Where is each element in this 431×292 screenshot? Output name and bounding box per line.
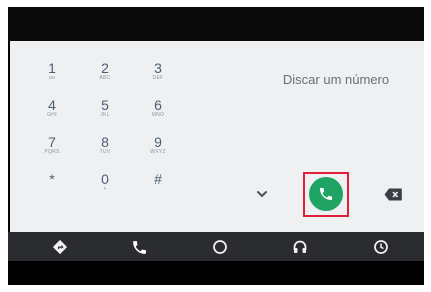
key-letters: oo [48,75,56,81]
call-button[interactable] [309,177,343,211]
key-digit: 3 [154,60,162,76]
dialer-panel: 1 oo 2 ABC 3 DEF 4 GHI 5 JKL 6 MNO 7 PQR… [10,41,424,232]
key-3[interactable]: 3 DEF [138,61,178,82]
key-letters: GHI [47,112,57,118]
navigation-icon[interactable] [49,236,71,258]
backspace-icon[interactable] [384,188,402,201]
key-digit: 2 [101,60,109,76]
headphones-icon[interactable] [289,236,311,258]
key-6[interactable]: 6 MNO [138,98,178,119]
key-letters: JKL [100,112,110,118]
key-letters: ABC [99,75,111,81]
key-letters: DEF [152,75,164,81]
key-digit: 4 [48,97,56,113]
key-1[interactable]: 1 oo [32,61,72,82]
chevron-down-icon[interactable] [254,187,270,201]
key-digit: 0 [101,171,109,187]
number-display: Discar um número [282,72,390,87]
status-bar [8,7,424,41]
key-digit: 5 [101,97,109,113]
notifications-icon[interactable] [370,236,392,258]
key-star[interactable]: * [32,172,72,186]
key-digit: 6 [154,97,162,113]
key-digit: 9 [154,134,162,150]
key-7[interactable]: 7 PQRS [32,135,72,156]
key-2[interactable]: 2 ABC [85,61,125,82]
key-5[interactable]: 5 JKL [85,98,125,119]
key-9[interactable]: 9 WXYZ [138,135,178,156]
home-circle-icon[interactable] [209,236,231,258]
key-digit: 7 [48,134,56,150]
bottom-navigation [8,232,424,261]
key-letters: TUV [99,149,111,155]
key-letters: WXYZ [150,149,166,155]
phone-icon [320,188,332,200]
key-digit: # [154,171,162,187]
key-letters: PQRS [44,149,60,155]
key-letters: MNO [151,112,165,118]
key-0[interactable]: 0 + [85,172,125,193]
key-8[interactable]: 8 TUV [85,135,125,156]
car-display: 1 oo 2 ABC 3 DEF 4 GHI 5 JKL 6 MNO 7 PQR… [8,7,424,285]
phone-icon[interactable] [128,236,150,258]
bottom-bezel [8,261,424,285]
key-4[interactable]: 4 GHI [32,98,72,119]
key-digit: 8 [101,134,109,150]
key-hash[interactable]: # [138,172,178,186]
key-digit: * [49,171,55,187]
key-digit: 1 [48,60,56,76]
key-letters: + [103,186,107,192]
